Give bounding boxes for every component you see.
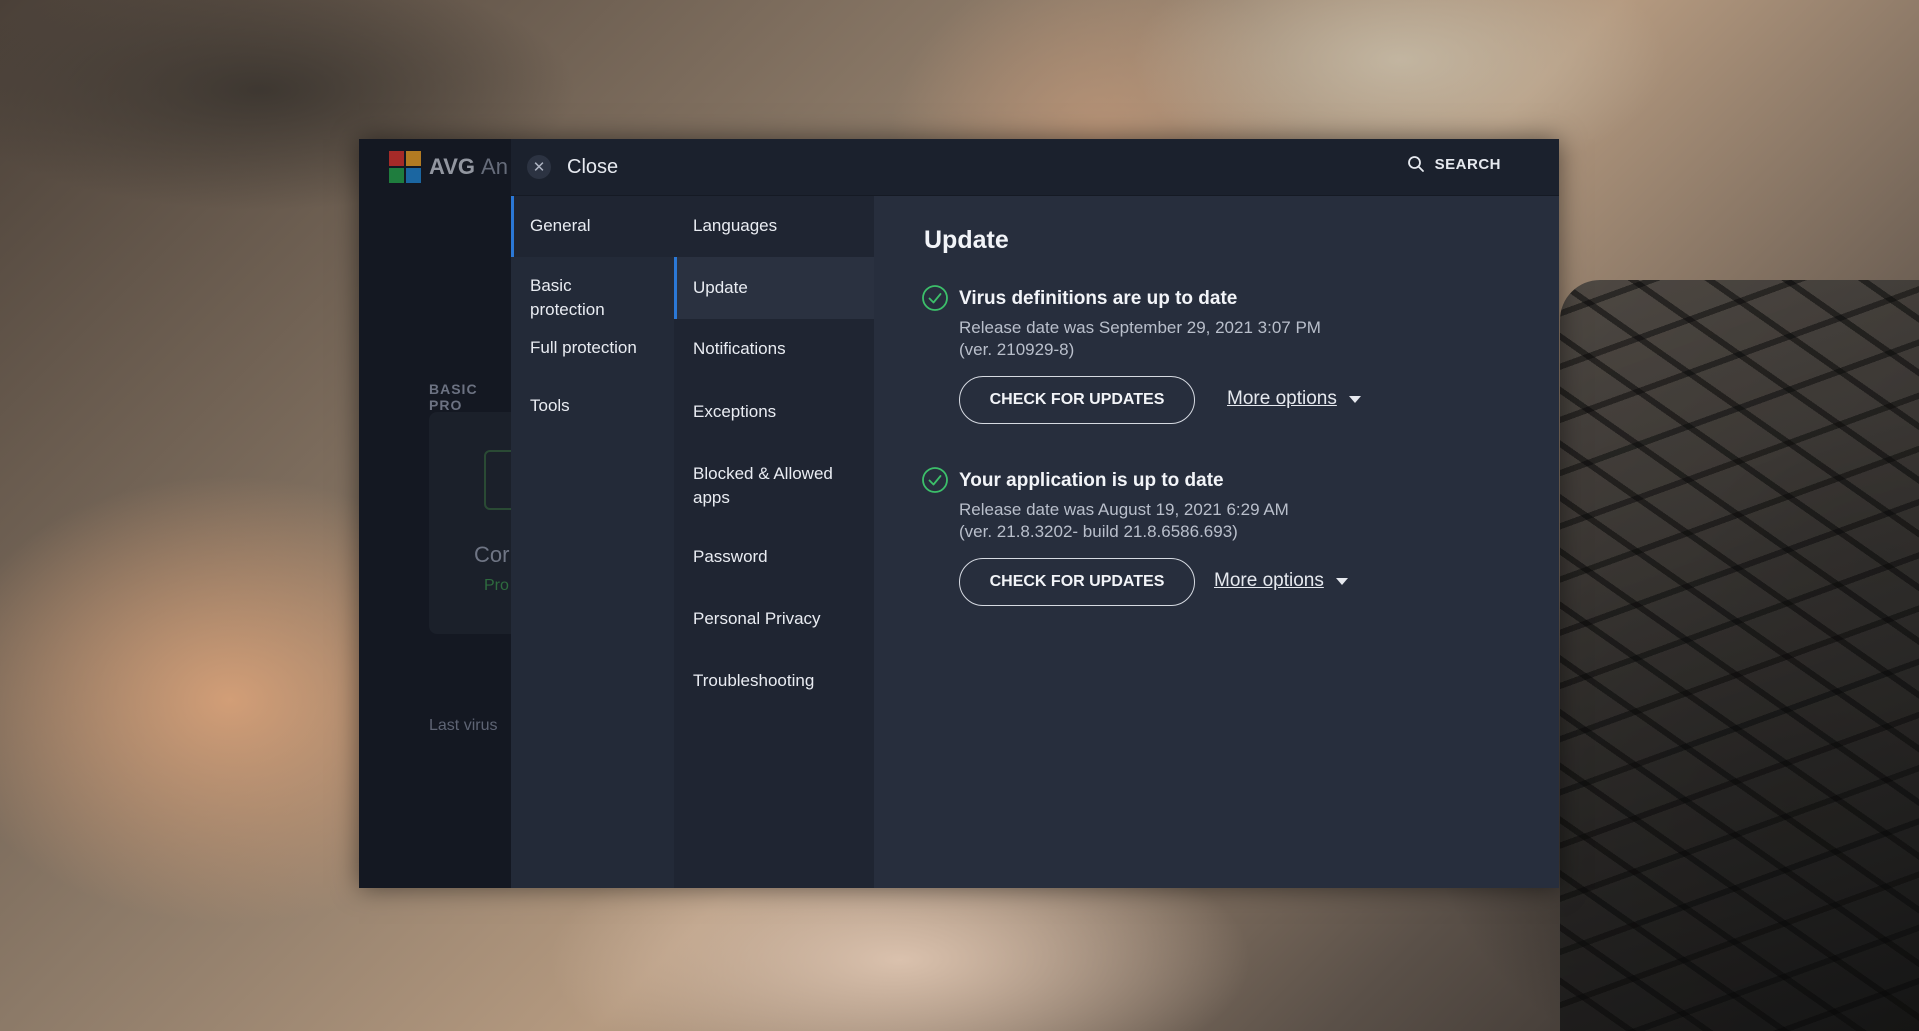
logo-subtext: An bbox=[481, 154, 508, 179]
nav-category-full-protection[interactable]: Full protection bbox=[511, 319, 674, 381]
nav-item-update[interactable]: Update bbox=[674, 257, 874, 319]
search-label: SEARCH bbox=[1434, 155, 1501, 173]
nav-category-tools[interactable]: Tools bbox=[511, 381, 674, 441]
close-button[interactable]: ✕ Close bbox=[527, 153, 618, 181]
background-card-subtitle: Pro bbox=[484, 577, 509, 594]
close-icon: ✕ bbox=[527, 155, 551, 179]
check-virus-definitions-button[interactable]: CHECK FOR UPDATES bbox=[959, 376, 1195, 424]
nav-item-label: Notifications bbox=[693, 339, 786, 358]
virus-definitions-release: Release date was September 29, 2021 3:07… bbox=[959, 318, 1321, 337]
settings-panel: ✕ Close SEARCH General Basic protection … bbox=[511, 139, 1559, 888]
chevron-down-icon bbox=[1335, 577, 1348, 585]
nav-item-label: Exceptions bbox=[693, 402, 777, 421]
search-button[interactable]: SEARCH bbox=[1407, 155, 1501, 173]
nav-item-label: Languages bbox=[693, 216, 778, 235]
avg-logo: AVG An bbox=[389, 151, 508, 183]
nav-item-label: Blocked & Allowed apps bbox=[693, 464, 833, 507]
background-card-title: Cor bbox=[474, 542, 510, 567]
nav-item-troubleshooting[interactable]: Troubleshooting bbox=[674, 652, 874, 714]
category-nav: General Basic protection Full protection… bbox=[511, 196, 674, 888]
nav-item-password[interactable]: Password bbox=[674, 528, 874, 590]
search-icon bbox=[1407, 156, 1424, 172]
subsection-nav: Languages Update Notifications Exception… bbox=[674, 196, 874, 888]
chevron-down-icon bbox=[1348, 395, 1361, 403]
nav-item-exceptions[interactable]: Exceptions bbox=[674, 381, 874, 442]
nav-category-label: Tools bbox=[530, 396, 570, 415]
close-label: Close bbox=[567, 155, 619, 178]
avg-window: AVG An BASIC PRO Cor Pro Last virus ✕ Cl… bbox=[359, 139, 1559, 888]
check-circle-icon bbox=[922, 285, 948, 311]
nav-item-label: Personal Privacy bbox=[693, 609, 821, 628]
logo-text: AVG bbox=[429, 154, 476, 179]
update-content: Update Virus definitions are up to date … bbox=[874, 196, 1559, 888]
application-version: (ver. 21.8.3202- build 21.8.6586.693) bbox=[959, 522, 1238, 541]
nav-item-label: Update bbox=[693, 278, 748, 297]
nav-item-label: Password bbox=[693, 547, 768, 566]
application-more-options[interactable]: More options bbox=[1214, 570, 1348, 592]
nav-category-general[interactable]: General bbox=[511, 196, 674, 257]
nav-category-label: General bbox=[530, 216, 591, 235]
background-section-label: BASIC PRO bbox=[429, 381, 478, 413]
page-title: Update bbox=[924, 226, 1009, 254]
virus-definitions-more-options[interactable]: More options bbox=[1227, 388, 1361, 410]
more-options-label: More options bbox=[1227, 388, 1337, 409]
nav-item-notifications[interactable]: Notifications bbox=[674, 319, 874, 381]
nav-item-blocked-allowed-apps[interactable]: Blocked & Allowed apps bbox=[674, 442, 874, 528]
more-options-label: More options bbox=[1214, 570, 1324, 591]
background-last-scan: Last virus bbox=[429, 717, 498, 734]
background-app: AVG An BASIC PRO Cor Pro Last virus bbox=[359, 139, 549, 888]
check-application-button[interactable]: CHECK FOR UPDATES bbox=[959, 558, 1195, 606]
nav-item-personal-privacy[interactable]: Personal Privacy bbox=[674, 590, 874, 652]
nav-category-label: Basic protection bbox=[530, 276, 605, 319]
virus-definitions-version: (ver. 210929-8) bbox=[959, 340, 1075, 359]
nav-item-label: Troubleshooting bbox=[693, 671, 815, 690]
avg-logo-icon bbox=[389, 151, 423, 183]
nav-item-languages[interactable]: Languages bbox=[674, 196, 874, 257]
nav-category-label: Full protection bbox=[530, 338, 637, 357]
virus-definitions-status: Virus definitions are up to date bbox=[959, 288, 1238, 309]
check-circle-icon bbox=[922, 467, 948, 493]
nav-category-basic-protection[interactable]: Basic protection bbox=[511, 257, 674, 319]
keyboard-background bbox=[1560, 280, 1919, 1031]
settings-topbar: ✕ Close SEARCH bbox=[511, 139, 1559, 196]
application-status: Your application is up to date bbox=[959, 470, 1224, 491]
application-release: Release date was August 19, 2021 6:29 AM bbox=[959, 500, 1289, 519]
